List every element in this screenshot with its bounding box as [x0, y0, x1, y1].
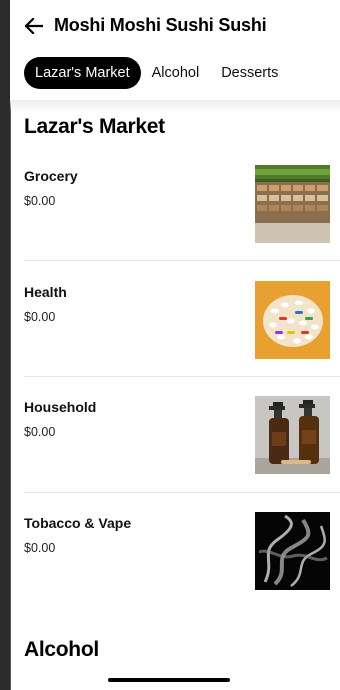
back-button[interactable]	[22, 14, 46, 38]
item-name: Health	[24, 284, 67, 300]
header-shadow	[10, 100, 340, 112]
menu-item-tobacco-vape[interactable]: Tobacco & Vape $0.00	[10, 512, 340, 631]
item-name: Tobacco & Vape	[24, 515, 132, 531]
menu-item-grocery[interactable]: Grocery $0.00	[10, 165, 340, 284]
page-title: Moshi Moshi Sushi Sushi	[54, 15, 267, 35]
item-price: $0.00	[24, 541, 56, 555]
home-indicator[interactable]	[108, 678, 230, 682]
smoke-image	[255, 512, 330, 590]
menu-item-household[interactable]: Household $0.00	[10, 396, 340, 515]
item-name: Grocery	[24, 168, 78, 184]
sticky-header: Moshi Moshi Sushi Sushi Lazar's Market A…	[10, 0, 340, 102]
grocery-shelves-image	[255, 165, 330, 243]
divider	[24, 376, 340, 377]
item-price: $0.00	[24, 194, 56, 208]
section-title-lazars-market: Lazar's Market	[24, 115, 165, 138]
menu-item-health[interactable]: Health $0.00	[10, 281, 340, 400]
tab-desserts[interactable]: Desserts	[210, 57, 289, 89]
tab-lazars-market[interactable]: Lazar's Market	[24, 57, 141, 89]
arrow-left-icon	[25, 18, 43, 34]
item-price: $0.00	[24, 425, 56, 439]
app-screen: Lazar's Market Grocery $0.00 Health $0.0…	[10, 0, 340, 690]
pills-image	[255, 281, 330, 359]
divider	[24, 492, 340, 493]
item-name: Household	[24, 399, 97, 415]
category-tabs: Lazar's Market Alcohol Desserts	[24, 57, 289, 89]
section-title-alcohol: Alcohol	[24, 638, 99, 661]
divider	[24, 260, 340, 261]
spray-bottles-image	[255, 396, 330, 474]
item-price: $0.00	[24, 310, 56, 324]
tab-alcohol[interactable]: Alcohol	[141, 57, 211, 89]
